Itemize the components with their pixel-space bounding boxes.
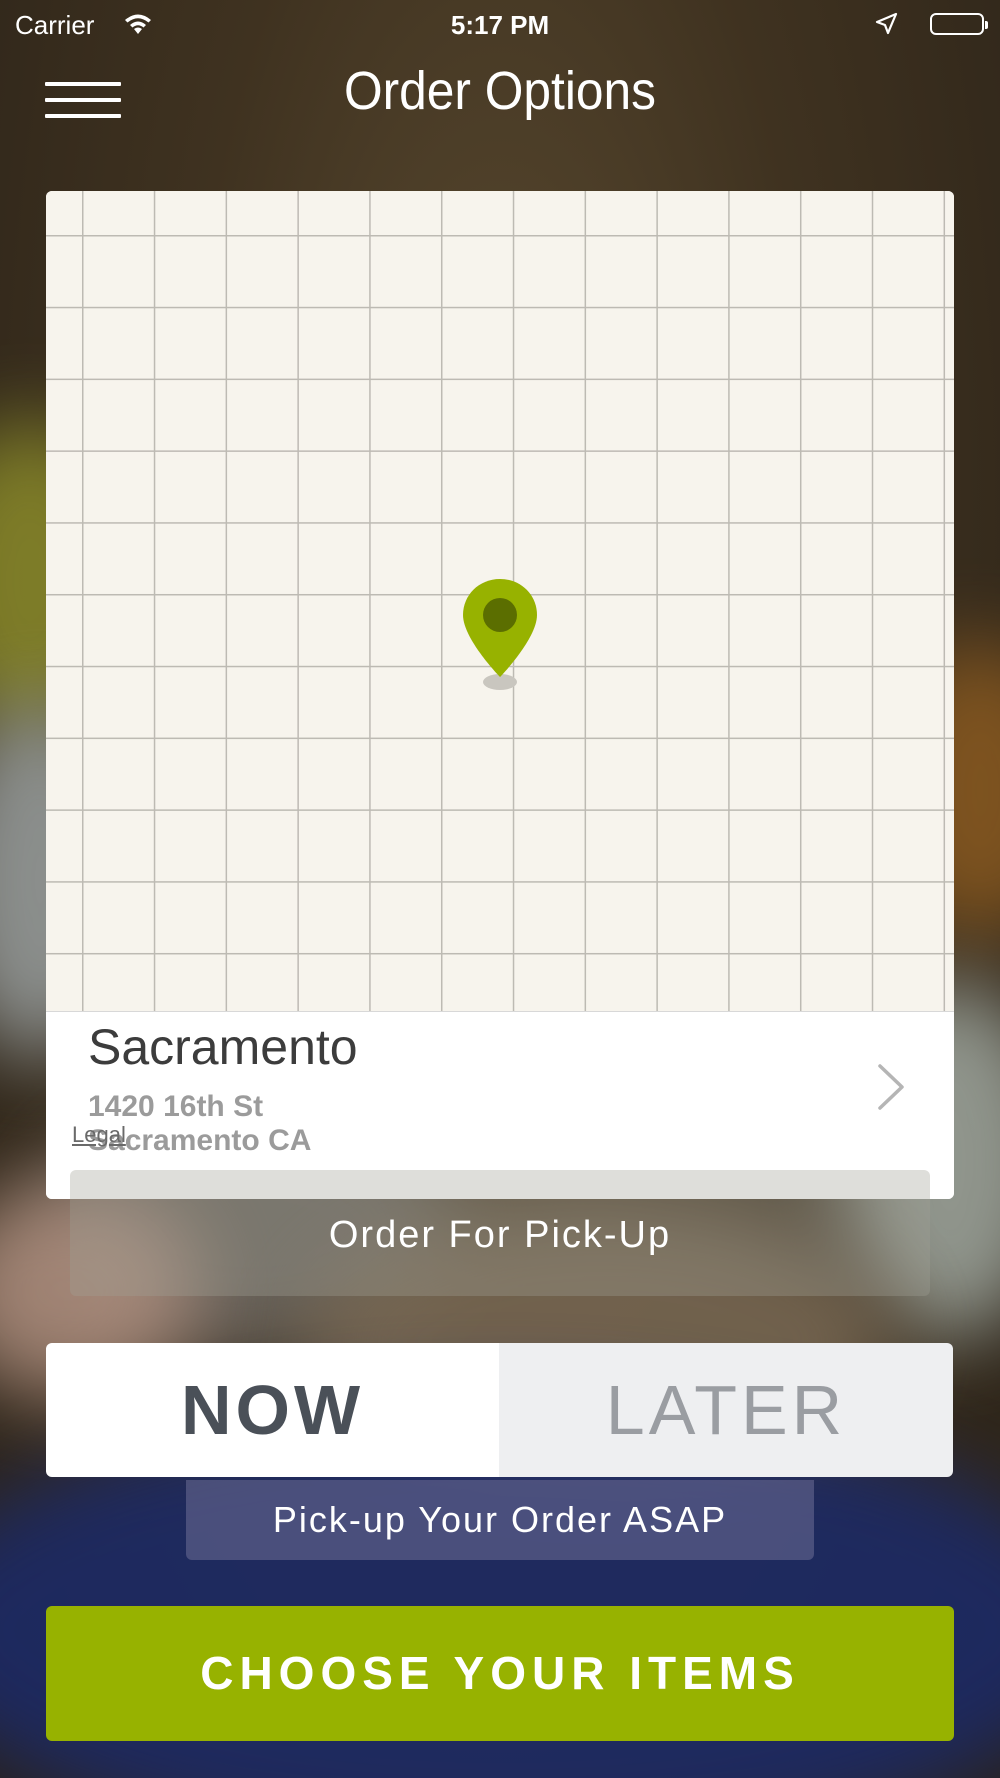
later-tab[interactable]: LATER: [499, 1343, 953, 1477]
store-street: 1420 16th St: [88, 1090, 264, 1123]
choose-your-items-button[interactable]: CHOOSE YOUR ITEMS: [46, 1606, 954, 1741]
map-pin-icon: [461, 577, 539, 691]
legal-link[interactable]: Legal: [72, 1122, 126, 1148]
order-for-pickup-button[interactable]: Order For Pick-Up: [70, 1170, 930, 1296]
status-bar: Carrier 5:17 PM: [0, 0, 1000, 50]
store-card: Sacramento 1420 16th St Sacramento CA Le…: [46, 191, 954, 1199]
battery-icon: [930, 13, 988, 35]
store-name: Sacramento: [88, 1019, 358, 1075]
now-tab[interactable]: NOW: [46, 1343, 499, 1477]
store-map[interactable]: [46, 191, 954, 1011]
timing-note: Pick-up Your Order ASAP: [186, 1480, 814, 1560]
page-title: Order Options: [343, 61, 656, 121]
timing-segmented-control: NOW LATER: [46, 1343, 953, 1477]
nav-bar: Order Options: [0, 50, 1000, 150]
order-type-label: Order For Pick-Up: [328, 1214, 672, 1256]
chevron-right-icon: [876, 1062, 906, 1116]
location-arrow-icon: [874, 12, 898, 43]
clock: 5:17 PM: [450, 10, 550, 40]
